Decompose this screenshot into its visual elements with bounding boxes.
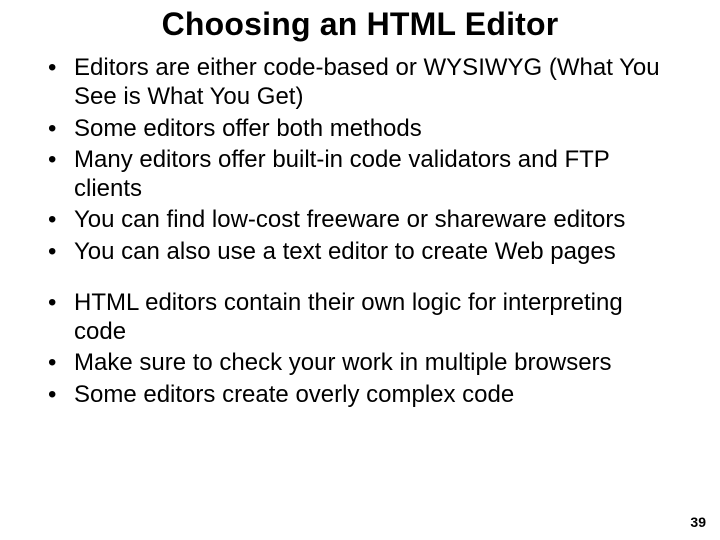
bullet-item: Editors are either code-based or WYSIWYG… xyxy=(40,53,680,112)
slide-content: Editors are either code-based or WYSIWYG… xyxy=(0,43,720,409)
bullet-item: Some editors offer both methods xyxy=(40,114,680,143)
bullet-item: Make sure to check your work in multiple… xyxy=(40,348,680,377)
group-separator xyxy=(40,268,680,288)
bullet-item: Some editors create overly complex code xyxy=(40,380,680,409)
slide: Choosing an HTML Editor Editors are eith… xyxy=(0,0,720,540)
bullet-item: You can find low-cost freeware or sharew… xyxy=(40,205,680,234)
bullet-item: HTML editors contain their own logic for… xyxy=(40,288,680,347)
bullet-group-2: HTML editors contain their own logic for… xyxy=(40,288,680,409)
page-number: 39 xyxy=(690,514,706,530)
bullet-item: You can also use a text editor to create… xyxy=(40,237,680,266)
slide-title: Choosing an HTML Editor xyxy=(0,0,720,43)
bullet-group-1: Editors are either code-based or WYSIWYG… xyxy=(40,53,680,266)
bullet-item: Many editors offer built-in code validat… xyxy=(40,145,680,204)
